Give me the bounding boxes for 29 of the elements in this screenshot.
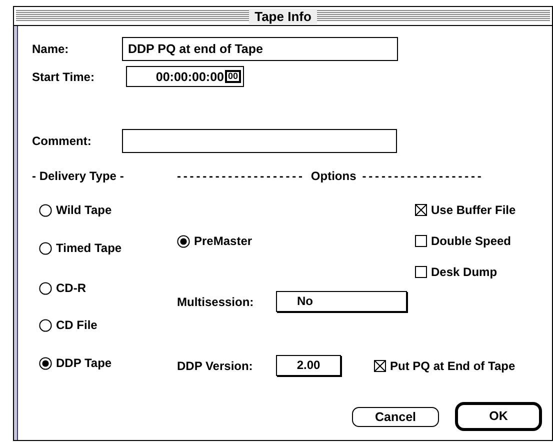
time-value: 00:00:00:00 (156, 68, 224, 86)
popup-menu[interactable]: No (276, 291, 407, 312)
window-title: Tape Info (248, 8, 318, 24)
version-field[interactable]: 2.00 (276, 355, 341, 376)
time-field[interactable]: 00:00:00:00 00 (126, 66, 244, 87)
dialog-button[interactable]: OK (455, 402, 542, 431)
dialog-button[interactable]: Cancel (352, 406, 439, 426)
radio-button[interactable]: Timed Tape (39, 240, 177, 256)
field-label: Name: (32, 41, 70, 58)
radio-button[interactable]: Wild Tape (39, 202, 177, 218)
field-label: DDP Version: (177, 358, 254, 374)
radio-button[interactable]: DDP Tape (39, 355, 177, 371)
field-label: Start Time: (32, 68, 96, 86)
checkbox[interactable]: Use Buffer File (415, 202, 516, 218)
checkbox[interactable]: Desk Dump (415, 264, 516, 280)
field-label: Comment: (32, 133, 92, 150)
checkbox[interactable]: Put PQ at End of Tape (374, 358, 516, 374)
radio-button[interactable]: CD-R (39, 280, 177, 296)
dashed-rule: ------------------- (362, 168, 484, 184)
radio-button[interactable]: CD File (39, 317, 177, 333)
frames-stepper[interactable]: 00 (224, 70, 241, 83)
text-field[interactable]: DDP PQ at end of Tape (122, 37, 398, 61)
field-label: Multisession: (177, 294, 255, 310)
radio-button[interactable]: PreMaster (177, 233, 415, 249)
checkbox[interactable]: Double Speed (415, 233, 516, 249)
section-heading: - Delivery Type - (32, 168, 125, 184)
text-field[interactable] (122, 129, 397, 153)
section-heading: Options (310, 168, 356, 184)
dashed-rule: -------------------- (177, 168, 305, 184)
